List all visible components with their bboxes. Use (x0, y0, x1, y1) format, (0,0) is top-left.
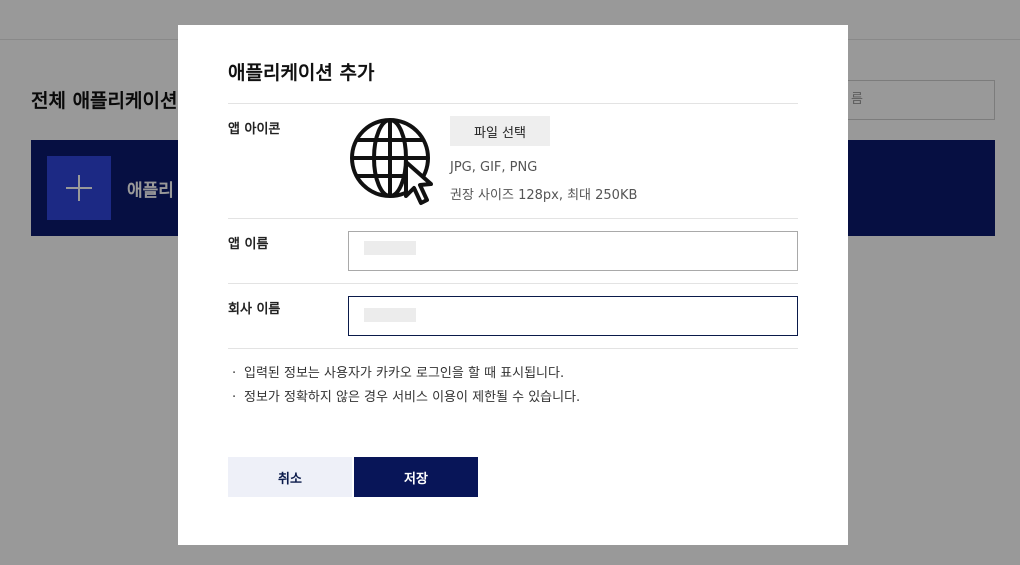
globe-cursor-icon (350, 118, 433, 205)
divider (228, 218, 798, 219)
divider (228, 283, 798, 284)
redacted-value (364, 241, 416, 255)
cancel-button[interactable]: 취소 (228, 457, 352, 497)
hint-formats: JPG, GIF, PNG (450, 160, 538, 175)
notice-list: · 입력된 정보는 사용자가 카카오 로그인을 할 때 표시됩니다. · 정보가 정… (232, 362, 580, 410)
divider (228, 348, 798, 349)
save-button[interactable]: 저장 (354, 457, 478, 497)
app-icon-label: 앱 아이콘 (228, 122, 281, 137)
dialog-title: 애플리케이션 추가 (228, 62, 375, 84)
notice-item: · 입력된 정보는 사용자가 카카오 로그인을 할 때 표시됩니다. (232, 366, 565, 381)
file-select-button[interactable]: 파일 선택 (450, 116, 550, 146)
app-name-label: 앱 이름 (228, 237, 269, 252)
redacted-value (364, 308, 416, 322)
divider (228, 103, 798, 104)
company-name-label: 회사 이름 (228, 302, 281, 317)
notice-item: · 정보가 정확하지 않은 경우 서비스 이용이 제한될 수 있습니다. (232, 390, 581, 405)
add-application-dialog: 애플리케이션 추가 앱 아이콘 파일 선택 JPG, GIF, PNG 권장 사… (178, 25, 848, 545)
hint-size: 권장 사이즈 128px, 최대 250KB (450, 188, 638, 203)
